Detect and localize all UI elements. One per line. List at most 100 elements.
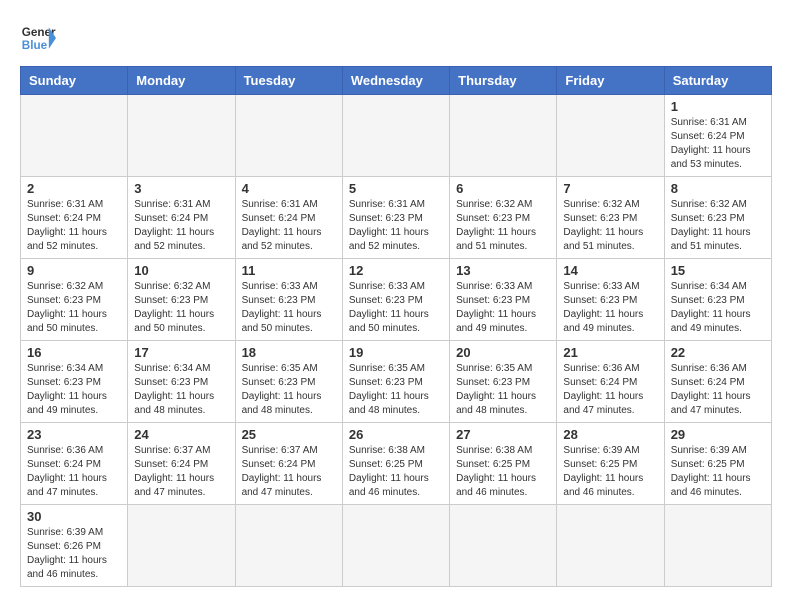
day-info: Sunrise: 6:31 AM Sunset: 6:24 PM Dayligh… xyxy=(242,198,336,254)
weekday-header-thursday: Thursday xyxy=(450,67,557,95)
calendar-day-cell: 13 Sunrise: 6:33 AM Sunset: 6:23 PM Dayli… xyxy=(450,259,557,341)
calendar-day-cell xyxy=(128,505,235,587)
day-number: 25 xyxy=(242,427,336,442)
day-number: 24 xyxy=(134,427,228,442)
calendar-day-cell: 17 Sunrise: 6:34 AM Sunset: 6:23 PM Dayli… xyxy=(128,341,235,423)
calendar-day-cell: 20 Sunrise: 6:35 AM Sunset: 6:23 PM Dayli… xyxy=(450,341,557,423)
day-info: Sunrise: 6:31 AM Sunset: 6:24 PM Dayligh… xyxy=(27,198,121,254)
day-number: 13 xyxy=(456,263,550,278)
calendar-week-row: 30 Sunrise: 6:39 AM Sunset: 6:26 PM Dayli… xyxy=(21,505,772,587)
calendar-week-row: 1 Sunrise: 6:31 AM Sunset: 6:24 PM Daylig… xyxy=(21,95,772,177)
day-info: Sunrise: 6:35 AM Sunset: 6:23 PM Dayligh… xyxy=(242,362,336,418)
calendar-day-cell: 26Sunrise: 6:38 AM Sunset: 6:25 PM Dayli… xyxy=(342,423,449,505)
calendar-day-cell: 6 Sunrise: 6:32 AM Sunset: 6:23 PM Daylig… xyxy=(450,177,557,259)
day-number: 22 xyxy=(671,345,765,360)
calendar-day-cell: 29 Sunrise: 6:39 AM Sunset: 6:25 PM Dayli… xyxy=(664,423,771,505)
day-number: 11 xyxy=(242,263,336,278)
weekday-header-sunday: Sunday xyxy=(21,67,128,95)
day-info: Sunrise: 6:39 AM Sunset: 6:26 PM Dayligh… xyxy=(27,526,121,582)
calendar-day-cell xyxy=(342,505,449,587)
calendar-day-cell: 22 Sunrise: 6:36 AM Sunset: 6:24 PM Dayli… xyxy=(664,341,771,423)
weekday-header-tuesday: Tuesday xyxy=(235,67,342,95)
day-number: 26 xyxy=(349,427,443,442)
calendar-day-cell: 15Sunrise: 6:34 AM Sunset: 6:23 PM Dayli… xyxy=(664,259,771,341)
calendar-day-cell: 30 Sunrise: 6:39 AM Sunset: 6:26 PM Dayli… xyxy=(21,505,128,587)
calendar-day-cell: 28 Sunrise: 6:39 AM Sunset: 6:25 PM Dayli… xyxy=(557,423,664,505)
calendar-day-cell: 25 Sunrise: 6:37 AM Sunset: 6:24 PM Dayli… xyxy=(235,423,342,505)
day-number: 7 xyxy=(563,181,657,196)
day-number: 10 xyxy=(134,263,228,278)
day-info: Sunrise: 6:32 AM Sunset: 6:23 PM Dayligh… xyxy=(563,198,657,254)
calendar-day-cell xyxy=(450,95,557,177)
day-info: Sunrise: 6:33 AM Sunset: 6:23 PM Dayligh… xyxy=(349,280,443,336)
day-number: 2 xyxy=(27,181,121,196)
day-number: 6 xyxy=(456,181,550,196)
calendar-day-cell: 3Sunrise: 6:31 AM Sunset: 6:24 PM Daylig… xyxy=(128,177,235,259)
day-info: Sunrise: 6:32 AM Sunset: 6:23 PM Dayligh… xyxy=(671,198,765,254)
calendar-day-cell: 11 Sunrise: 6:33 AM Sunset: 6:23 PM Dayli… xyxy=(235,259,342,341)
day-number: 30 xyxy=(27,509,121,524)
calendar-day-cell xyxy=(557,95,664,177)
weekday-header-row: SundayMondayTuesdayWednesdayThursdayFrid… xyxy=(21,67,772,95)
day-number: 15 xyxy=(671,263,765,278)
day-info: Sunrise: 6:33 AM Sunset: 6:23 PM Dayligh… xyxy=(456,280,550,336)
calendar-day-cell: 8 Sunrise: 6:32 AM Sunset: 6:23 PM Daylig… xyxy=(664,177,771,259)
day-info: Sunrise: 6:36 AM Sunset: 6:24 PM Dayligh… xyxy=(671,362,765,418)
day-number: 3 xyxy=(134,181,228,196)
calendar-table: SundayMondayTuesdayWednesdayThursdayFrid… xyxy=(20,66,772,587)
day-info: Sunrise: 6:37 AM Sunset: 6:24 PM Dayligh… xyxy=(134,444,228,500)
day-info: Sunrise: 6:31 AM Sunset: 6:24 PM Dayligh… xyxy=(671,116,765,172)
day-number: 8 xyxy=(671,181,765,196)
calendar-day-cell: 12 Sunrise: 6:33 AM Sunset: 6:23 PM Dayli… xyxy=(342,259,449,341)
day-info: Sunrise: 6:34 AM Sunset: 6:23 PM Dayligh… xyxy=(27,362,121,418)
day-number: 21 xyxy=(563,345,657,360)
calendar-day-cell: 4Sunrise: 6:31 AM Sunset: 6:24 PM Daylig… xyxy=(235,177,342,259)
calendar-day-cell xyxy=(557,505,664,587)
calendar-day-cell: 2 Sunrise: 6:31 AM Sunset: 6:24 PM Daylig… xyxy=(21,177,128,259)
day-info: Sunrise: 6:32 AM Sunset: 6:23 PM Dayligh… xyxy=(456,198,550,254)
day-info: Sunrise: 6:39 AM Sunset: 6:25 PM Dayligh… xyxy=(563,444,657,500)
calendar-day-cell xyxy=(128,95,235,177)
calendar-day-cell: 18Sunrise: 6:35 AM Sunset: 6:23 PM Dayli… xyxy=(235,341,342,423)
calendar-day-cell: 14Sunrise: 6:33 AM Sunset: 6:23 PM Dayli… xyxy=(557,259,664,341)
day-info: Sunrise: 6:36 AM Sunset: 6:24 PM Dayligh… xyxy=(27,444,121,500)
calendar-day-cell: 21Sunrise: 6:36 AM Sunset: 6:24 PM Dayli… xyxy=(557,341,664,423)
day-info: Sunrise: 6:33 AM Sunset: 6:23 PM Dayligh… xyxy=(242,280,336,336)
weekday-header-friday: Friday xyxy=(557,67,664,95)
logo: General Blue xyxy=(20,20,56,56)
day-number: 5 xyxy=(349,181,443,196)
day-number: 12 xyxy=(349,263,443,278)
day-info: Sunrise: 6:34 AM Sunset: 6:23 PM Dayligh… xyxy=(134,362,228,418)
calendar-day-cell: 1 Sunrise: 6:31 AM Sunset: 6:24 PM Daylig… xyxy=(664,95,771,177)
calendar-day-cell: 5 Sunrise: 6:31 AM Sunset: 6:23 PM Daylig… xyxy=(342,177,449,259)
weekday-header-monday: Monday xyxy=(128,67,235,95)
calendar-day-cell: 16Sunrise: 6:34 AM Sunset: 6:23 PM Dayli… xyxy=(21,341,128,423)
calendar-day-cell xyxy=(664,505,771,587)
day-number: 28 xyxy=(563,427,657,442)
calendar-day-cell: 7 Sunrise: 6:32 AM Sunset: 6:23 PM Daylig… xyxy=(557,177,664,259)
page-header: General Blue xyxy=(20,20,772,56)
calendar-day-cell xyxy=(21,95,128,177)
day-number: 1 xyxy=(671,99,765,114)
calendar-day-cell: 27Sunrise: 6:38 AM Sunset: 6:25 PM Dayli… xyxy=(450,423,557,505)
calendar-week-row: 23Sunrise: 6:36 AM Sunset: 6:24 PM Dayli… xyxy=(21,423,772,505)
day-number: 20 xyxy=(456,345,550,360)
svg-text:Blue: Blue xyxy=(22,39,48,52)
day-number: 17 xyxy=(134,345,228,360)
calendar-day-cell xyxy=(235,95,342,177)
calendar-day-cell xyxy=(450,505,557,587)
logo-icon: General Blue xyxy=(20,20,56,56)
calendar-day-cell: 9 Sunrise: 6:32 AM Sunset: 6:23 PM Daylig… xyxy=(21,259,128,341)
day-number: 9 xyxy=(27,263,121,278)
day-info: Sunrise: 6:39 AM Sunset: 6:25 PM Dayligh… xyxy=(671,444,765,500)
day-number: 19 xyxy=(349,345,443,360)
day-info: Sunrise: 6:31 AM Sunset: 6:23 PM Dayligh… xyxy=(349,198,443,254)
day-info: Sunrise: 6:37 AM Sunset: 6:24 PM Dayligh… xyxy=(242,444,336,500)
calendar-week-row: 16Sunrise: 6:34 AM Sunset: 6:23 PM Dayli… xyxy=(21,341,772,423)
day-info: Sunrise: 6:35 AM Sunset: 6:23 PM Dayligh… xyxy=(456,362,550,418)
calendar-day-cell: 24 Sunrise: 6:37 AM Sunset: 6:24 PM Dayli… xyxy=(128,423,235,505)
calendar-week-row: 9 Sunrise: 6:32 AM Sunset: 6:23 PM Daylig… xyxy=(21,259,772,341)
day-number: 29 xyxy=(671,427,765,442)
day-info: Sunrise: 6:32 AM Sunset: 6:23 PM Dayligh… xyxy=(27,280,121,336)
weekday-header-saturday: Saturday xyxy=(664,67,771,95)
